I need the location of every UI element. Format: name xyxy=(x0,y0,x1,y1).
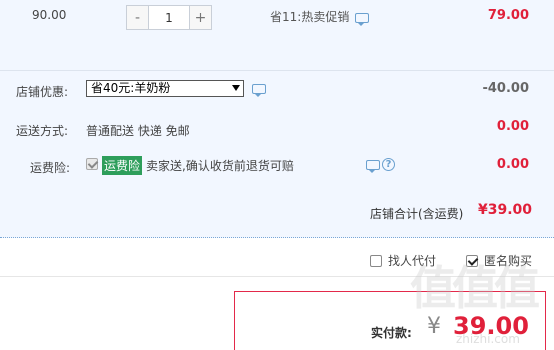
shop-total-value: ¥39.00 xyxy=(478,202,533,218)
promotion-text: 省11:热卖促销 xyxy=(270,10,350,24)
help-icon[interactable]: ? xyxy=(382,158,395,171)
shop-total-label: 店铺合计(含运费) xyxy=(370,207,464,221)
item-row: 90.00 - 1 + 省11:热卖促销 79.00 xyxy=(0,0,554,70)
payment-label: 实付款: xyxy=(371,326,412,340)
shop-discount-select[interactable]: 省40元:羊奶粉 xyxy=(86,80,244,97)
shipping-amount: 0.00 xyxy=(496,119,529,134)
insurance-amount: 0.00 xyxy=(496,157,529,172)
shop-discount-amount: -40.00 xyxy=(482,81,529,96)
unit-price: 90.00 xyxy=(32,8,67,22)
divider xyxy=(0,276,554,277)
insurance-icons: ? xyxy=(366,158,395,173)
quantity-stepper[interactable]: - 1 + xyxy=(126,5,212,30)
payment-amount: 39.00 xyxy=(453,312,529,340)
quantity-decrease-button[interactable]: - xyxy=(127,6,149,29)
shop-summary xyxy=(0,70,554,238)
anonymous-purchase-label: 匿名购买 xyxy=(484,254,533,268)
promotion-info: 省11:热卖促销 xyxy=(270,8,370,26)
shipping-method-value: 普通配送 快递 免邮 xyxy=(86,124,190,138)
insurance-badge: 运费险 xyxy=(102,156,143,175)
payment-summary: 实付款: ¥ 39.00 xyxy=(234,291,546,350)
shipping-method-label: 运送方式: xyxy=(16,124,69,138)
anonymous-purchase-checkbox[interactable] xyxy=(466,254,478,267)
pay-for-me-checkbox[interactable] xyxy=(370,254,382,267)
insurance-checkbox xyxy=(86,158,98,170)
quantity-input[interactable]: 1 xyxy=(149,6,189,29)
insurance-label: 运费险: xyxy=(30,161,71,175)
message-icon[interactable] xyxy=(355,12,370,26)
shop-discount-selected: 省40元:羊奶粉 xyxy=(91,81,171,95)
item-amount: 79.00 xyxy=(487,8,529,23)
pay-for-me-label: 找人代付 xyxy=(388,254,437,268)
pay-for-me-option[interactable]: 找人代付 xyxy=(370,252,436,269)
insurance-description: 卖家送,确认收货前退货可赔 xyxy=(146,159,294,173)
message-icon[interactable] xyxy=(252,84,266,97)
message-icon[interactable] xyxy=(366,159,380,173)
shop-discount-label: 店铺优惠: xyxy=(16,85,69,99)
quantity-increase-button[interactable]: + xyxy=(189,6,211,29)
chevron-down-icon xyxy=(232,85,240,91)
anonymous-purchase-option[interactable]: 匿名购买 xyxy=(466,252,532,269)
payment-currency: ¥ xyxy=(427,314,441,339)
